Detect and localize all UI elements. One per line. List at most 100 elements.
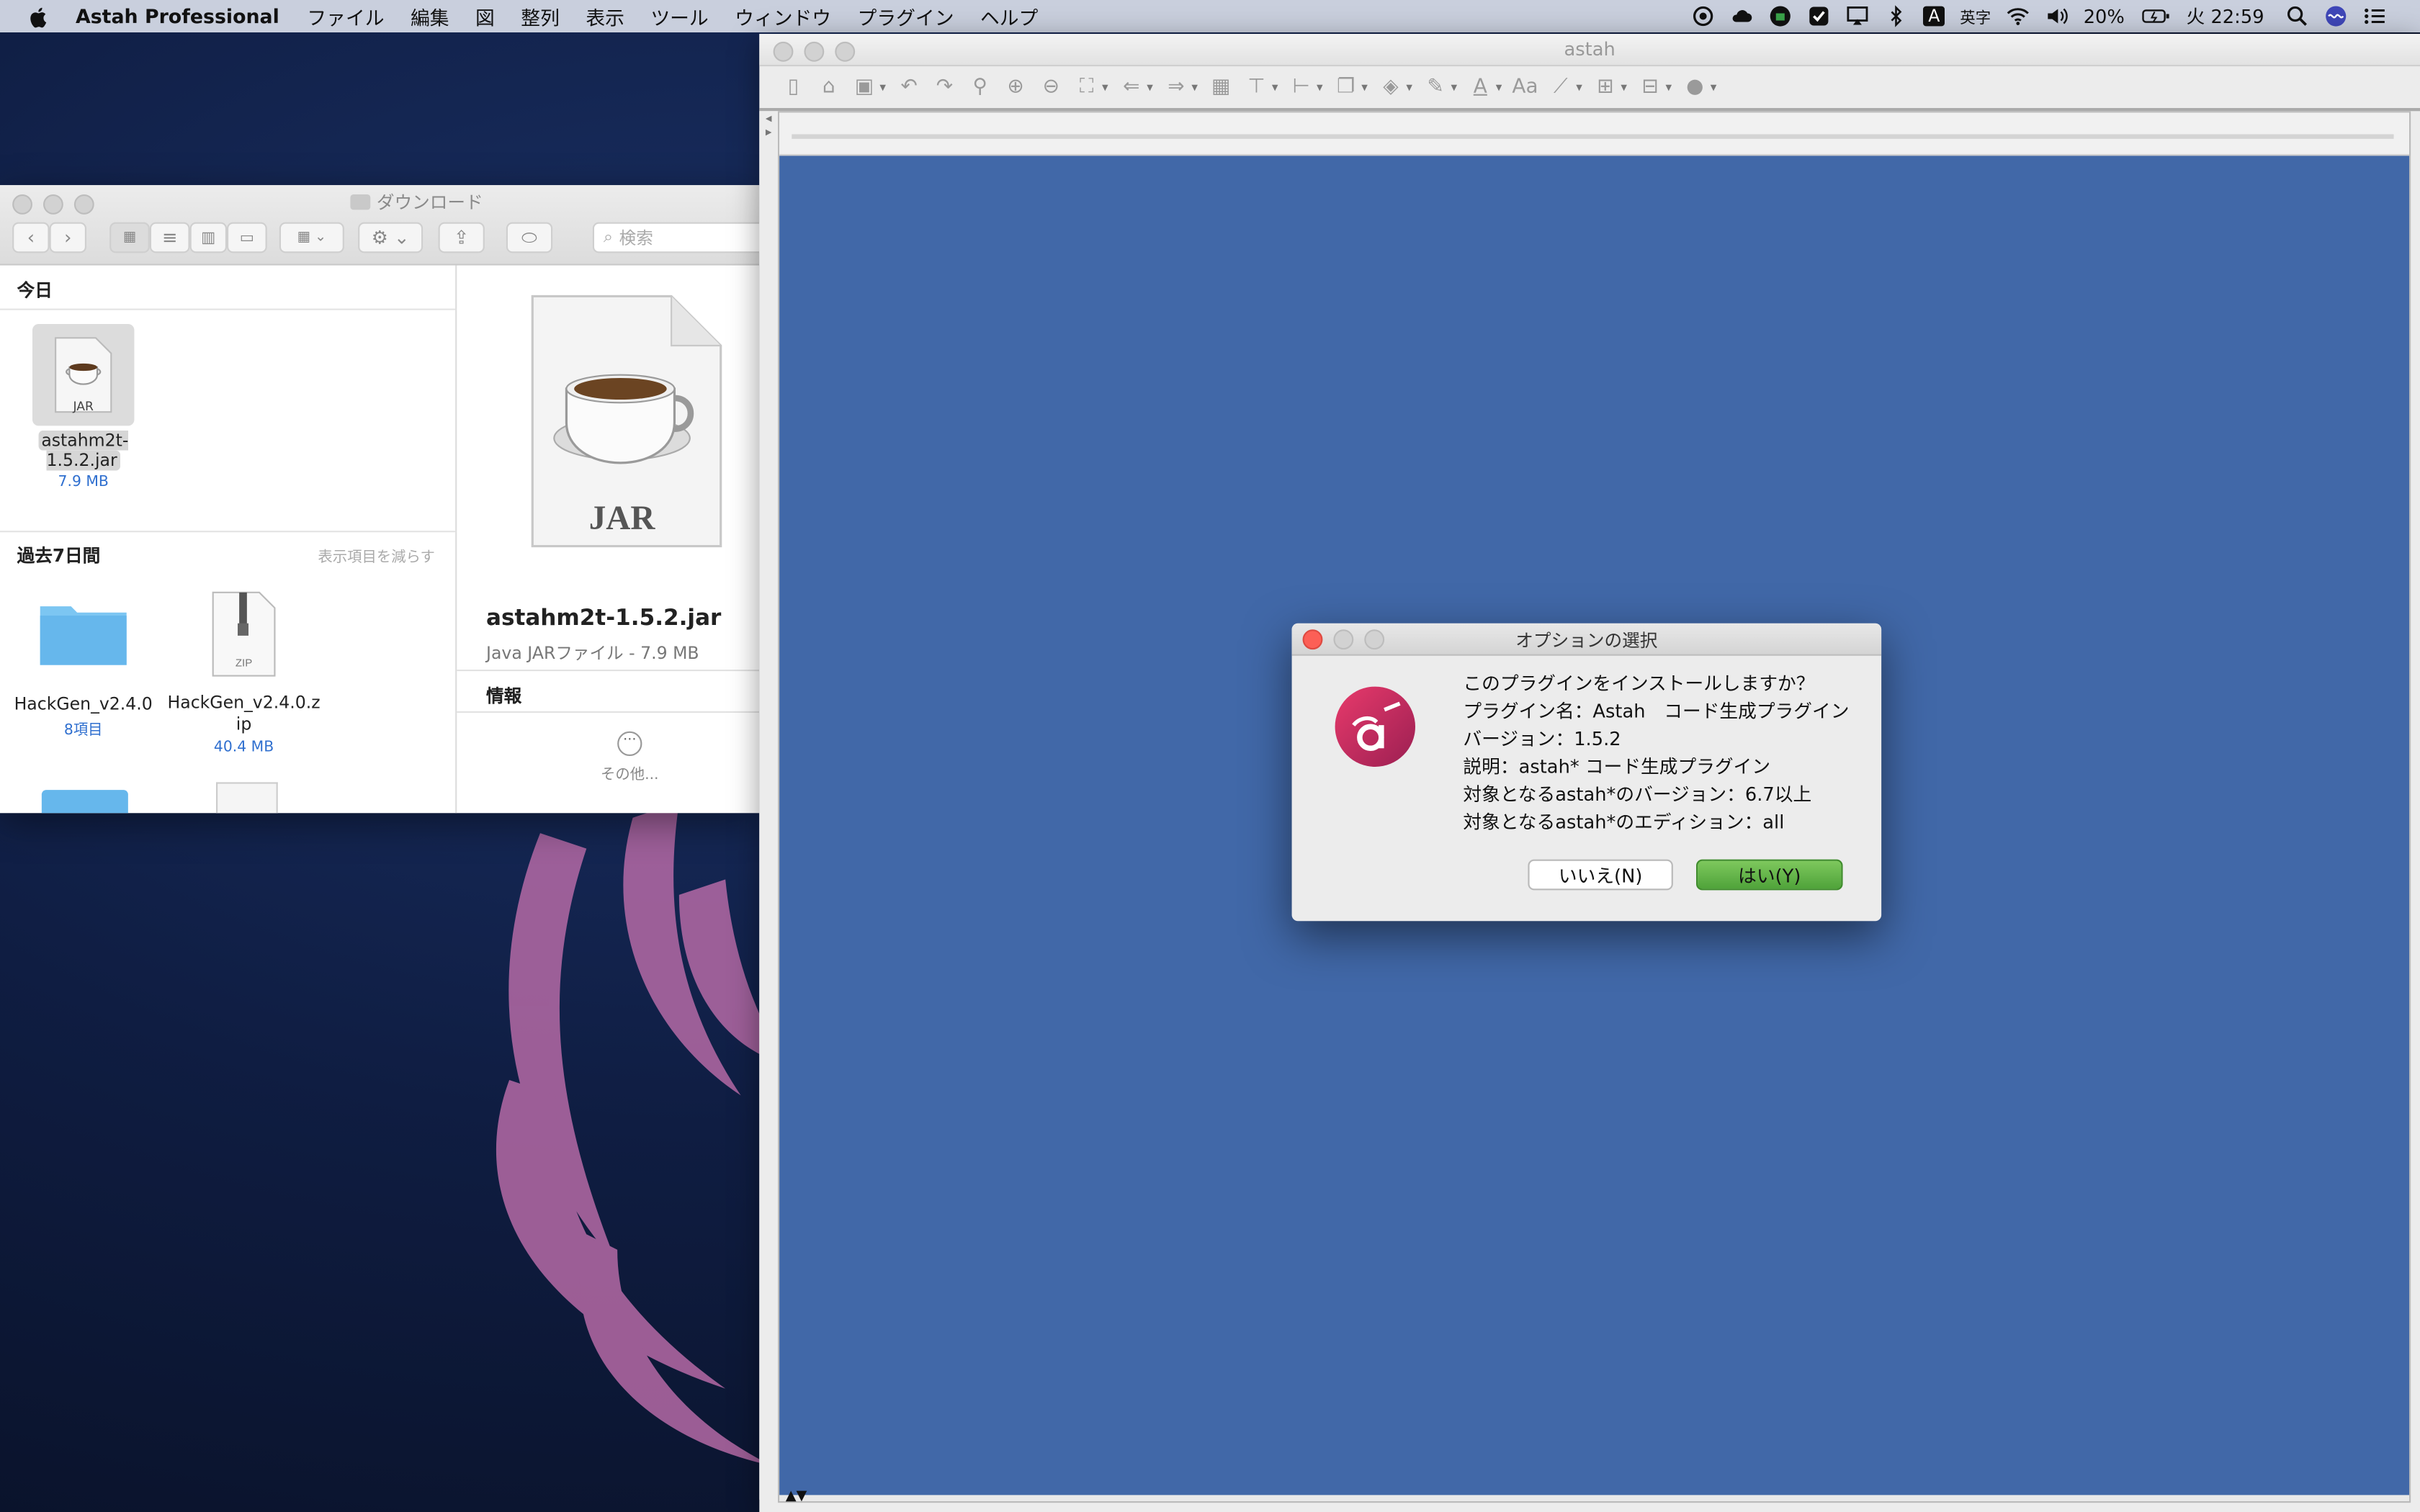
evernote-icon[interactable] <box>1770 4 1793 27</box>
file-item-folder[interactable]: HackGen_v2.4.0 8項目 <box>6 593 161 739</box>
menu-plugin[interactable]: プラグイン <box>858 1 954 31</box>
zoom-out-icon[interactable]: ⊖ <box>1039 74 1063 99</box>
menu-diagram[interactable]: 図 <box>475 1 495 31</box>
volume-icon[interactable] <box>2045 4 2068 27</box>
yes-button[interactable]: はい(Y) <box>1696 859 1843 891</box>
menu-file[interactable]: ファイル <box>307 1 384 31</box>
zoom-icon[interactable]: ⚲ <box>968 74 992 99</box>
cloud-icon[interactable] <box>1731 4 1754 27</box>
font-icon[interactable]: Aa <box>1512 74 1538 99</box>
siri-icon[interactable] <box>2324 4 2347 27</box>
status-circle-icon[interactable] <box>1692 4 1715 27</box>
chevron-down-icon[interactable]: ▾ <box>1147 79 1153 93</box>
airplay-icon[interactable] <box>1847 4 1870 27</box>
menu-align[interactable]: 整列 <box>521 1 560 31</box>
gallery-view-button[interactable]: ▭ <box>227 222 267 253</box>
chevron-down-icon[interactable]: ▾ <box>1406 79 1412 93</box>
menu-window[interactable]: ウィンドウ <box>735 1 831 31</box>
input-source-badge[interactable]: A <box>1923 6 1945 27</box>
grid-toggle-icon[interactable]: ▦ <box>1209 74 1233 99</box>
save-icon[interactable]: ▣ <box>852 74 877 99</box>
input-mode-label[interactable]: 英字 <box>1960 4 1991 28</box>
bluetooth-icon[interactable] <box>1885 4 1908 27</box>
astah-title: astah <box>1564 38 1615 60</box>
back-arrow-icon[interactable]: ⇐ <box>1119 74 1144 99</box>
chevron-down-icon[interactable]: ▾ <box>1496 79 1502 93</box>
tab-strip-bar <box>792 134 2394 139</box>
finder-title-label: ダウンロード <box>376 191 483 213</box>
file-size: 7.9 MB <box>58 473 109 491</box>
group-icon: ▦ ⌄ <box>297 230 327 246</box>
chevron-down-icon[interactable]: ▾ <box>1272 79 1278 93</box>
chevron-down-icon[interactable]: ▾ <box>1576 79 1582 93</box>
chevron-down-icon[interactable]: ▾ <box>1191 79 1198 93</box>
back-button[interactable]: ‹ <box>12 222 50 253</box>
zip-badge: ZIP <box>236 657 252 670</box>
forward-button[interactable]: › <box>49 222 86 253</box>
chevron-down-icon[interactable]: ▾ <box>1711 79 1717 93</box>
divider <box>457 711 760 713</box>
undo-icon[interactable]: ↶ <box>897 74 921 99</box>
new-file-icon[interactable]: ▯ <box>781 74 805 99</box>
chevron-down-icon[interactable]: ▾ <box>879 79 886 93</box>
group-icon[interactable]: ⊟ <box>1638 74 1662 99</box>
tags-button[interactable]: ⬭ <box>506 222 553 253</box>
no-button[interactable]: いいえ(N) <box>1528 859 1673 891</box>
check-icon[interactable] <box>1808 4 1831 27</box>
share-button[interactable]: ⇪ <box>438 222 485 253</box>
zoom-in-icon[interactable]: ⊕ <box>1003 74 1028 99</box>
apple-menu-icon[interactable] <box>26 4 50 28</box>
battery-charging-icon[interactable] <box>2140 4 2171 27</box>
menubar-clock[interactable]: 火 22:59 <box>2187 3 2264 29</box>
chevron-down-icon[interactable]: ▾ <box>1666 79 1672 93</box>
app-name-menu[interactable]: Astah Professional <box>76 4 279 27</box>
file-item-jar[interactable]: JAR astahm2t-1.5.2.jar 7.9 MB <box>6 324 161 490</box>
fill-color-icon[interactable]: ◈ <box>1379 74 1403 99</box>
open-folder-icon[interactable]: ⌂ <box>817 74 841 99</box>
show-less-link[interactable]: 表示項目を減らす <box>318 544 434 567</box>
more-button[interactable]: ··· その他... <box>457 731 759 784</box>
shape-icon[interactable]: ● <box>1682 74 1707 99</box>
fit-icon[interactable]: ⛶ <box>1074 74 1098 99</box>
menu-help[interactable]: ヘルプ <box>980 1 1038 31</box>
spotlight-search-icon[interactable] <box>2286 4 2309 27</box>
file-name: HackGen_v2.4.0 <box>14 694 153 715</box>
file-size: 40.4 MB <box>213 739 274 756</box>
search-field[interactable]: ⌕ 検索 <box>592 222 760 253</box>
align-left-icon[interactable]: ⊢ <box>1289 74 1313 99</box>
menu-tools[interactable]: ツール <box>650 1 708 31</box>
expand-arrow-icon[interactable]: ▸ <box>759 125 778 139</box>
align-top-icon[interactable]: ⊤ <box>1244 74 1268 99</box>
zip-file-icon: ZIP <box>212 591 276 677</box>
search-placeholder: 検索 <box>619 228 653 248</box>
layout-icon[interactable]: ⊞ <box>1593 74 1618 99</box>
list-view-button[interactable]: ≡ <box>149 222 190 253</box>
menu-view[interactable]: 表示 <box>586 1 624 31</box>
chevron-down-icon[interactable]: ▾ <box>1361 79 1368 93</box>
icon-view-button[interactable]: ▦ <box>109 222 150 253</box>
divider <box>457 670 760 672</box>
splitter-arrows-icon[interactable]: ▲▼ <box>786 1489 807 1504</box>
chevron-down-icon[interactable]: ▾ <box>1451 79 1458 93</box>
chevron-down-icon[interactable]: ▾ <box>1621 79 1627 93</box>
chevron-down-icon[interactable]: ▾ <box>1102 79 1108 93</box>
notification-center-icon[interactable] <box>2363 4 2386 27</box>
font-color-icon[interactable]: A <box>1468 74 1492 99</box>
wifi-icon[interactable] <box>2007 4 2030 27</box>
battery-percent[interactable]: 20% <box>2084 6 2125 27</box>
collapse-arrow-icon[interactable]: ◂ <box>759 111 778 125</box>
action-button[interactable]: ⚙ ⌄ <box>358 222 424 253</box>
line-style-icon[interactable]: ⟋ <box>1549 74 1573 99</box>
file-item-zip[interactable]: ZIP HackGen_v2.4.0.z ip 40.4 MB <box>166 590 321 756</box>
chevron-down-icon[interactable]: ▾ <box>1317 79 1323 93</box>
dialog-message: このプラグインをインストールしますか？ プラグイン名：Astah コード生成プラ… <box>1463 670 1849 836</box>
column-view-button[interactable]: ▥ <box>189 222 227 253</box>
finder-window: ダウンロード ‹ › ▦ ≡ ▥ ▭ ▦ ⌄ ⚙ ⌄ ⇪ ⬭ ⌕ 検索 今日 JA… <box>0 185 760 814</box>
menu-edit[interactable]: 編集 <box>411 1 449 31</box>
forward-arrow-icon[interactable]: ⇒ <box>1164 74 1188 99</box>
line-color-icon[interactable]: ✎ <box>1423 74 1448 99</box>
arrange-icon[interactable]: ❐ <box>1334 74 1358 99</box>
status-area: A 英字 20% 火 22:59 <box>1692 0 2420 32</box>
redo-icon[interactable]: ↷ <box>932 74 956 99</box>
group-button[interactable]: ▦ ⌄ <box>279 222 344 253</box>
